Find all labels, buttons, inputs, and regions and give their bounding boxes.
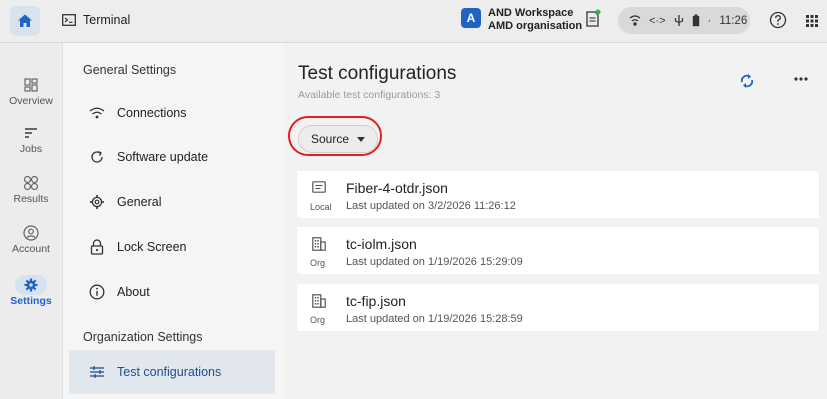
usb-icon [674, 15, 683, 26]
page-subtitle: Available test configurations: 3 [298, 89, 441, 101]
highlight-annotation [288, 116, 382, 156]
config-item-fiber-4-otdr[interactable]: Local Fiber-4-otdr.json Last updated on … [297, 171, 819, 218]
settings-item-lock-screen[interactable]: Lock Screen [69, 225, 275, 269]
workspace-switcher[interactable]: AND Workspace AMD organisation [488, 7, 582, 33]
config-item-tc-fip[interactable]: Org tc-fip.json Last updated on 1/19/202… [297, 284, 819, 331]
top-bar: Terminal A AND Workspace AMD organisatio… [0, 0, 827, 43]
main-panel: Test configurations Available test confi… [285, 43, 827, 399]
workspace-avatar[interactable]: A [461, 8, 481, 28]
jobs-icon [25, 128, 37, 138]
config-name: Fiber-4-otdr.json [346, 180, 448, 196]
building-icon [312, 237, 326, 251]
rail-label: Account [12, 243, 50, 255]
update-icon [91, 150, 103, 163]
building-icon [312, 294, 326, 308]
account-icon [23, 225, 39, 241]
results-icon [23, 175, 39, 191]
overview-icon [24, 78, 38, 92]
config-updated: Last updated on 1/19/2026 15:28:59 [346, 313, 523, 325]
config-name: tc-fip.json [346, 293, 406, 309]
settings-item-label: Connections [117, 106, 187, 120]
more-options-icon[interactable] [794, 77, 808, 81]
config-name: tc-iolm.json [346, 236, 417, 252]
rail-item-jobs[interactable]: Jobs [0, 123, 62, 155]
settings-nav: General Settings Connections Software up… [63, 43, 284, 399]
gear-icon [90, 195, 104, 209]
rail-label: Jobs [19, 143, 43, 155]
config-source: Org [310, 258, 326, 268]
rail-label: Settings [10, 295, 52, 307]
settings-item-label: Software update [117, 150, 209, 164]
settings-item-about[interactable]: About [69, 270, 275, 314]
config-source: Local [310, 202, 332, 212]
settings-item-label: Lock Screen [117, 240, 187, 254]
wifi-icon [89, 107, 105, 119]
lock-icon [90, 239, 104, 255]
help-icon[interactable] [769, 11, 787, 29]
status-pill[interactable]: <·> · 11:26 [618, 7, 750, 34]
settings-item-label: Test configurations [117, 365, 222, 379]
app-title: Terminal [83, 13, 131, 27]
rail-item-account[interactable]: Account [0, 223, 62, 255]
settings-item-connections[interactable]: Connections [69, 91, 275, 135]
home-icon [18, 14, 32, 27]
sliders-icon [90, 366, 104, 378]
apps-grid-icon[interactable] [806, 15, 818, 27]
organisation-name: AMD organisation [488, 20, 583, 32]
rail-label: Overview [9, 95, 53, 107]
terminal-icon [62, 14, 76, 26]
organization-settings-title: Organization Settings [83, 330, 203, 344]
battery-icon [692, 14, 699, 27]
settings-item-label: About [117, 285, 150, 299]
link-icon: <·> [649, 14, 666, 27]
rail-item-results[interactable]: Results [0, 173, 62, 205]
config-updated: Last updated on 1/19/2026 15:29:09 [346, 256, 523, 268]
rail-item-overview[interactable]: Overview [0, 75, 62, 107]
refresh-icon[interactable] [739, 72, 755, 90]
clock: 11:26 [719, 14, 748, 27]
settings-item-test-configurations[interactable]: Test configurations [69, 350, 275, 394]
nav-rail: Overview Jobs Results Account Settings [0, 43, 63, 399]
workspace-name: AND Workspace [488, 7, 574, 19]
settings-item-label: General [117, 195, 162, 209]
settings-item-general[interactable]: General [69, 180, 275, 224]
signal-icon [629, 14, 641, 26]
clipboard-status-icon[interactable] [584, 9, 602, 29]
page-title: Test configurations [298, 63, 457, 84]
config-source: Org [310, 315, 326, 325]
general-settings-title: General Settings [83, 63, 177, 77]
settings-item-software-update[interactable]: Software update [69, 135, 275, 179]
gear-icon [24, 278, 38, 292]
info-icon [89, 284, 105, 300]
rail-item-settings[interactable]: Settings [0, 275, 62, 307]
home-button[interactable] [10, 6, 40, 36]
status-separator: · [707, 14, 712, 27]
document-icon [312, 181, 326, 193]
config-item-tc-iolm[interactable]: Org tc-iolm.json Last updated on 1/19/20… [297, 227, 819, 274]
rail-label: Results [13, 193, 49, 205]
config-updated: Last updated on 3/2/2026 11:26:12 [346, 200, 516, 212]
